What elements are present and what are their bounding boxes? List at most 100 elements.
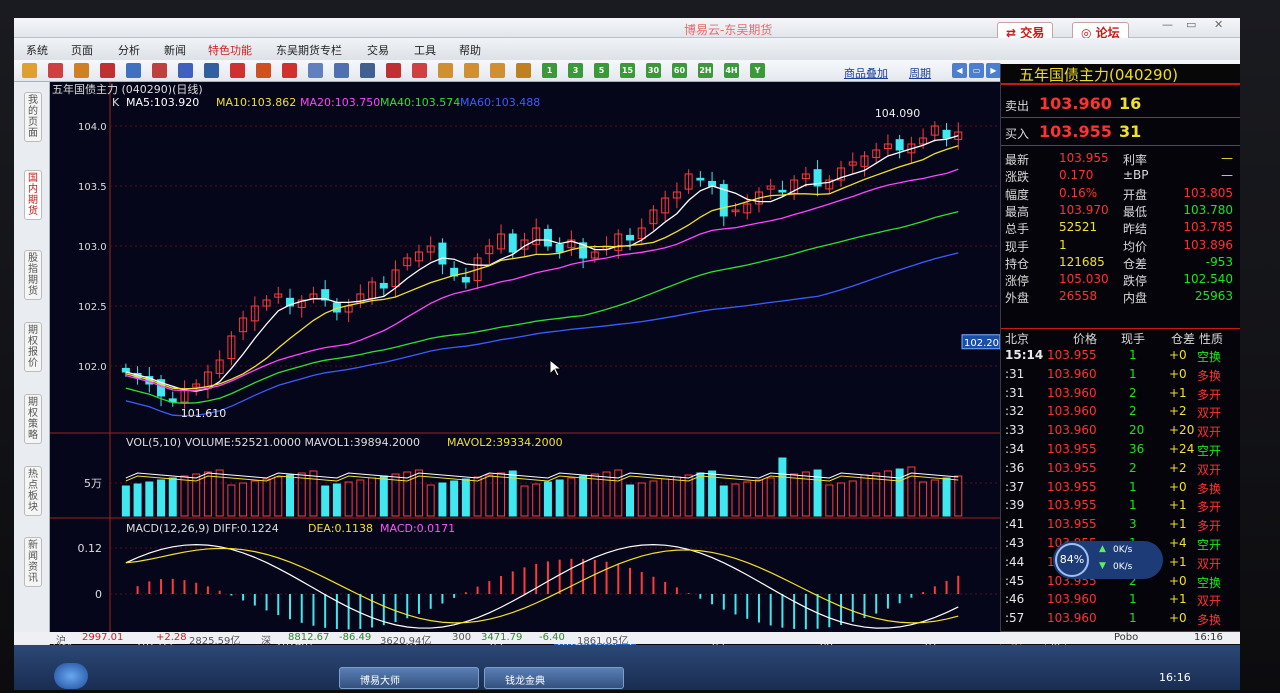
period-button-15[interactable]: 15 [620, 63, 635, 78]
tick-cell: 1 [1129, 348, 1137, 362]
quote-panel: 五年国债主力(040290) 卖出 103.960 16 买入 103.955 … [1000, 64, 1240, 651]
status-time: 16:16 [1194, 632, 1223, 643]
period-button-60[interactable]: 60 [672, 63, 687, 78]
tick-cell: 20 [1129, 423, 1145, 438]
minimize-icon[interactable]: — [1162, 18, 1173, 31]
period-button-30[interactable]: 30 [646, 63, 661, 78]
bar-icon[interactable] [412, 63, 427, 78]
menu-features[interactable]: 特色功能 [208, 42, 252, 58]
side-tabs: 我的页面 国内期货 股指期货 期权报价 期权策略 热点板块 新闻资讯 [14, 82, 50, 648]
macd-header: MACD(12,26,9) DIFF:0.1224 [126, 522, 279, 535]
side-tab-index[interactable]: 股指期货 [24, 250, 42, 300]
side-tab-hot[interactable]: 热点板块 [24, 466, 42, 516]
period-button-Y[interactable]: Y [750, 63, 765, 78]
volume-bar [708, 470, 717, 517]
period-link[interactable]: 周期 [909, 65, 931, 81]
volume-bar [579, 475, 588, 517]
maximize-icon[interactable]: ▭ [1186, 18, 1196, 31]
period-button-2H[interactable]: 2H [698, 63, 713, 78]
price-tick-label: 102.0 [78, 362, 107, 373]
status-item: +2.28 [156, 632, 187, 643]
sell-price[interactable]: 103.960 [1039, 94, 1112, 113]
tick-cell: 3 [1129, 517, 1137, 532]
kline-chart[interactable]: 104.0 103.5 103.0 102.5 102.0 五年国债主力 (040290)… [50, 82, 1000, 648]
volume-bar [450, 480, 459, 517]
quarter-icon[interactable] [516, 63, 531, 78]
volume-bar [168, 477, 177, 517]
start-button[interactable] [54, 663, 88, 689]
layout-icon[interactable]: ▭ [969, 63, 984, 78]
menu-page[interactable]: 页面 [71, 42, 93, 58]
menu-dongwu[interactable]: 东吴期货专栏 [276, 42, 342, 58]
candle-body [121, 367, 130, 373]
month-icon[interactable] [490, 63, 505, 78]
period-button-3[interactable]: 3 [568, 63, 583, 78]
candle-body [379, 282, 388, 289]
week-icon[interactable] [464, 63, 479, 78]
filter-icon[interactable] [308, 63, 323, 78]
day-icon[interactable] [438, 63, 453, 78]
menu-analysis[interactable]: 分析 [118, 42, 140, 58]
menu-news[interactable]: 新闻 [164, 42, 186, 58]
paint-icon[interactable] [282, 63, 297, 78]
pobo-label: Pobo [1114, 632, 1139, 643]
task-qianlong[interactable]: 钱龙金典 [484, 667, 624, 689]
period-button-1[interactable]: 1 [542, 63, 557, 78]
period-button-4H[interactable]: 4H [724, 63, 739, 78]
tick-cell: :41 [1005, 517, 1025, 532]
home-icon[interactable] [48, 63, 63, 78]
stat-label: 外盘 [1005, 291, 1030, 306]
side-tab-mypage[interactable]: 我的页面 [24, 92, 42, 142]
stat-label: 现手 [1005, 239, 1030, 254]
task-boyi[interactable]: 博易大师 [339, 667, 479, 689]
tick-cell: 1 [1129, 592, 1137, 607]
volume-bar [543, 481, 552, 517]
tick-cell: 多开 [1197, 500, 1222, 515]
volume-bar [895, 468, 904, 517]
side-tab-strategy[interactable]: 期权策略 [24, 394, 42, 444]
overlay-link[interactable]: 商品叠加 [844, 65, 888, 81]
search-icon[interactable] [152, 63, 167, 78]
sell-qty: 16 [1119, 94, 1142, 113]
tick-row: :34 103.955 36 +24 空开 [1001, 441, 1240, 459]
period-button-5[interactable]: 5 [594, 63, 609, 78]
buy-price[interactable]: 103.955 [1039, 122, 1112, 141]
chart-bg [50, 82, 1000, 648]
side-tab-domestic[interactable]: 国内期货 [24, 170, 42, 220]
tick-row: :31 103.960 2 +1 多开 [1001, 385, 1240, 403]
flag-icon[interactable] [100, 63, 115, 78]
menu-help[interactable]: 帮助 [459, 42, 481, 58]
menu-system[interactable]: 系统 [26, 42, 48, 58]
zoom-out-icon[interactable] [204, 63, 219, 78]
record-icon[interactable] [126, 63, 141, 78]
stat-label: 涨停 [1005, 274, 1030, 289]
price-tick-label: 103.0 [78, 242, 107, 253]
tick-cell: 103.955 [1047, 498, 1097, 513]
tick-cell: 1 [1129, 611, 1137, 626]
prev-icon[interactable]: ◀ [952, 63, 967, 78]
ma-label: MA10:103.862 [216, 96, 296, 109]
tick-cell: :45 [1005, 573, 1025, 588]
menu-trade[interactable]: 交易 [367, 42, 389, 58]
close-icon[interactable]: ✕ [1214, 18, 1223, 31]
draw-icon[interactable] [230, 63, 245, 78]
down-arrow-icon: ▼ [1099, 561, 1106, 571]
back-icon[interactable] [22, 63, 37, 78]
candle-body [508, 233, 517, 253]
folder-icon[interactable] [74, 63, 89, 78]
next-icon[interactable]: ▶ [986, 63, 1001, 78]
zoom-in-icon[interactable] [178, 63, 193, 78]
menu-tools[interactable]: 工具 [414, 42, 436, 58]
side-tab-news[interactable]: 新闻资讯 [24, 537, 42, 587]
grid-icon[interactable] [360, 63, 375, 78]
macd-dea: DEA:0.1138 [308, 522, 373, 535]
task-boyi-label: 博易大师 [360, 676, 400, 687]
stat-value: 25963 [1194, 289, 1233, 304]
trend-icon[interactable] [386, 63, 401, 78]
buy-row: 买入 103.955 31 [1001, 120, 1240, 146]
pen-icon[interactable] [256, 63, 271, 78]
side-tab-options[interactable]: 期权报价 [24, 322, 42, 372]
stat-row: 外盘 26558 内盘 25963 [1001, 288, 1240, 305]
candle-body [626, 234, 634, 241]
settings-icon[interactable] [334, 63, 349, 78]
